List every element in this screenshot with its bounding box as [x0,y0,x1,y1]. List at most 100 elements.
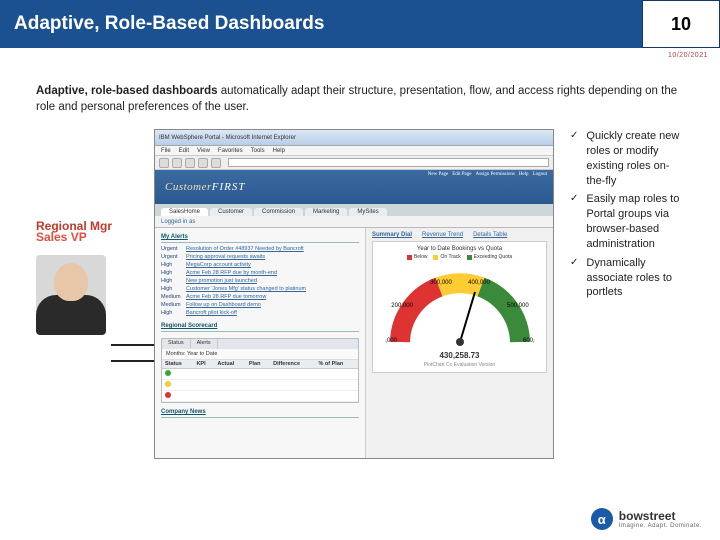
brand-text-2: FIRST [212,181,246,193]
window-title: IBM WebSphere Portal - Microsoft Interne… [159,135,296,141]
gauge-portlet: Year to Date Bookings vs Quota Below On … [372,241,547,373]
benefit-bullets: ✓Quickly create new roles or modify exis… [570,129,684,300]
col-kpi: KPI [193,360,214,369]
gauge-title: Year to Date Bookings vs Quota [377,246,542,252]
menu-item[interactable]: View [197,148,210,154]
status-dot-green [165,370,171,376]
menu-item[interactable]: Edit [179,148,189,154]
gauge-legend: Below On Track Exceeding Quota [377,254,542,260]
alert-row[interactable]: HighBancroft pilot kick-off [161,309,359,317]
bullet-text: Dynamically associate roles to portlets [586,256,684,301]
svg-text:500,000: 500,000 [507,303,529,309]
logged-in-as: Logged in as [161,219,195,225]
table-row [162,380,358,391]
bullet-text: Easily map roles to Portal groups via br… [586,192,684,251]
intro-bold: Adaptive, role-based dashboards [36,85,218,97]
refresh-icon[interactable] [198,158,208,168]
portal-tabs: SalesHome Customer Commission Marketing … [155,204,553,216]
svg-text:200,000: 200,000 [391,303,413,309]
user-avatar [36,255,106,335]
gauge-value: 430,258.73 [377,351,542,360]
status-dot-yellow [165,381,171,387]
stop-icon[interactable] [185,158,195,168]
scorecard-table: Status KPI Actual Plan Difference % of P… [162,360,358,402]
intro-paragraph: Adaptive, role-based dashboards automati… [36,84,684,115]
check-icon: ✓ [570,256,578,301]
top-link[interactable]: Edit Page [452,172,471,177]
sc-filter-value[interactable]: Year to Date [187,351,217,357]
address-bar[interactable] [228,158,549,167]
home-icon[interactable] [211,158,221,168]
browser-menubar: File Edit View Favorites Tools Help [155,146,553,156]
alert-row[interactable]: HighAcme Feb 28 RFP due by month-end [161,269,359,277]
gauge-needle [460,292,475,342]
menu-item[interactable]: Help [273,148,285,154]
legend-ontrack: On Track [440,254,460,260]
link-summary-dial[interactable]: Summary Dial [372,232,412,238]
sc-tab-alerts[interactable]: Alerts [191,339,218,349]
gauge-footnote: PlotChart Co Evaluation Version [377,362,542,368]
page-number: 10 [642,0,720,48]
col-diff: Difference [270,360,315,369]
scorecard-portlet: Status Alerts Months: Year to Date Statu… [161,338,359,403]
logo-text: bowstreet [619,509,702,523]
svg-text:600,000: 600,000 [523,338,535,344]
app-banner: New Page Edit Page Assign Permissions He… [155,170,553,204]
menu-item[interactable]: Favorites [218,148,243,154]
forward-icon[interactable] [172,158,182,168]
role-labels: Regional Mgr Sales VP [36,219,146,249]
brand-text-1: Customer [165,181,212,193]
section-news: Company News [161,407,359,418]
browser-toolbar [155,156,553,170]
col-pct: % of Plan [316,360,359,369]
link-details-table[interactable]: Details Table [473,232,507,238]
browser-titlebar: IBM WebSphere Portal - Microsoft Interne… [155,130,553,146]
tab-commission[interactable]: Commission [254,208,303,216]
footer-logo: α bowstreet Imagine. Adapt. Dominate. [591,508,702,530]
col-plan: Plan [246,360,270,369]
alert-row[interactable]: HighNew promotion just launched [161,277,359,285]
top-link[interactable]: Assign Permissions [476,172,515,177]
logo-mark-icon: α [591,508,613,530]
alert-row[interactable]: HighCustomer 'Jones Mfg' status changed … [161,285,359,293]
alert-row[interactable]: MediumAcme Feb 28 RFP due tomorrow [161,293,359,301]
gauge-chart: 100,000 200,000 300,000 400,000 500,000 … [385,262,535,347]
col-actual: Actual [214,360,245,369]
table-row [162,369,358,380]
col-status: Status [162,360,193,369]
alert-row[interactable]: HighMegaCorp account activity [161,261,359,269]
svg-text:100,000: 100,000 [385,338,398,344]
tab-saleshome[interactable]: SalesHome [161,208,208,216]
role-label-1: Sales VP [36,230,87,244]
back-icon[interactable] [159,158,169,168]
tab-customer[interactable]: Customer [210,208,252,216]
link-revenue-trend[interactable]: Revenue Trend [422,232,463,238]
logo-tagline: Imagine. Adapt. Dominate. [619,523,702,529]
top-link[interactable]: Logout [533,172,547,177]
svg-text:300,000: 300,000 [430,280,452,286]
svg-text:400,000: 400,000 [468,280,490,286]
tab-mysites[interactable]: MySites [349,208,386,216]
sc-filter-label: Months: [166,351,186,357]
tab-marketing[interactable]: Marketing [305,208,347,216]
legend-below: Below [414,254,428,260]
alert-row[interactable]: UrgentResolution of Order #48937 Needed … [161,245,359,253]
slide-date: 10/20/2021 [668,52,708,59]
menu-item[interactable]: Tools [251,148,265,154]
slide-title: Adaptive, Role-Based Dashboards [0,0,642,48]
dashboard-screenshot: IBM WebSphere Portal - Microsoft Interne… [154,129,554,459]
section-scorecard: Regional Scorecard [161,321,359,332]
bullet-text: Quickly create new roles or modify exist… [586,129,684,188]
status-dot-red [165,392,171,398]
check-icon: ✓ [570,129,578,188]
alert-row[interactable]: MediumFollow up on Dashboard demo [161,301,359,309]
table-row [162,391,358,402]
alert-row[interactable]: UrgentPricing approval requests awaits [161,253,359,261]
section-my-alerts: My Alerts [161,232,359,243]
menu-item[interactable]: File [161,148,171,154]
top-link[interactable]: New Page [428,172,448,177]
legend-exceed: Exceeding Quota [474,254,512,260]
sc-tab-status[interactable]: Status [162,339,191,349]
check-icon: ✓ [570,192,578,251]
top-link[interactable]: Help [519,172,529,177]
